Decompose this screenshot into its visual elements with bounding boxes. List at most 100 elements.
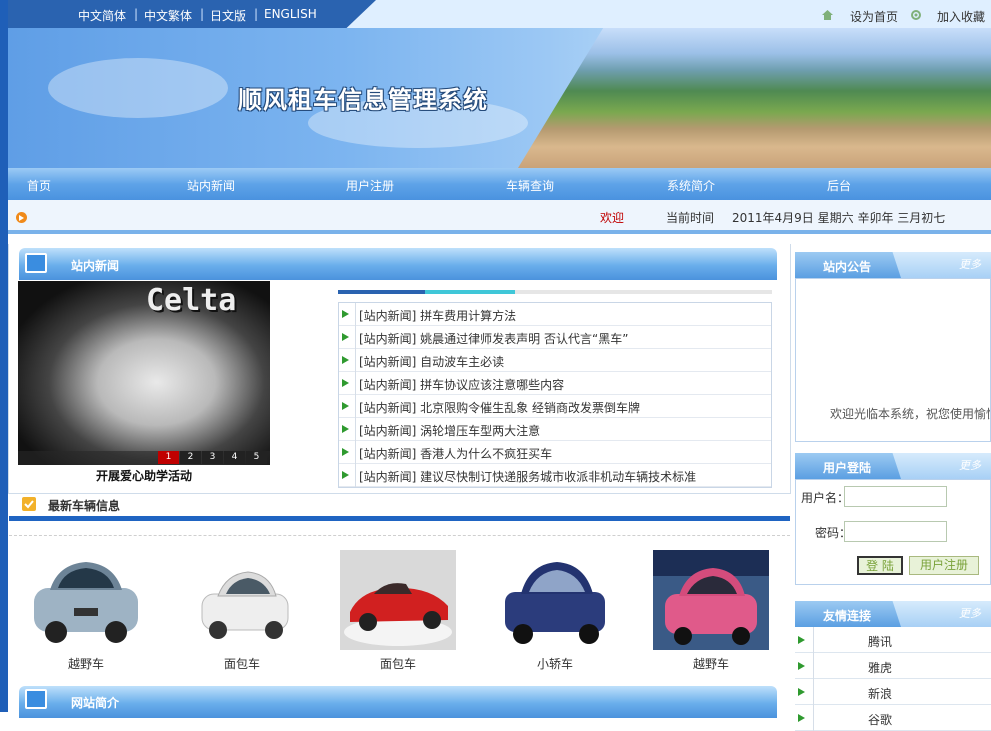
arrow-icon — [342, 356, 349, 364]
login-header: 用户登陆 更多 — [795, 453, 991, 479]
car-image-1[interactable] — [28, 550, 144, 650]
news-tab-stripe-2 — [425, 290, 515, 294]
notice-box: 欢迎光临本系统，祝您使用愉快 — [795, 278, 991, 442]
slide-number-4[interactable]: 4 — [224, 451, 245, 464]
friend-link[interactable]: 新浪 — [868, 685, 892, 702]
intro-panel-title: 网站简介 — [71, 696, 120, 710]
news-panel-header: 站内新闻 — [19, 248, 777, 280]
slide-number-5[interactable]: 5 — [246, 451, 267, 464]
monitor-icon — [25, 689, 47, 709]
car-label-1[interactable]: 越野车 — [28, 655, 144, 672]
nav-home[interactable]: 首页 — [27, 177, 51, 194]
lang-link-simplified[interactable]: 中文简体 — [78, 7, 126, 24]
lang-link-traditional[interactable]: 中文繁体 — [144, 7, 192, 24]
car-label-3[interactable]: 面包车 — [340, 655, 456, 672]
register-button[interactable]: 用户注册 — [909, 556, 979, 575]
friend-link[interactable]: 谷歌 — [868, 711, 892, 728]
links-header: 友情连接 更多 — [795, 601, 991, 627]
slideshow-caption[interactable]: 开展爱心助学活动 — [18, 467, 270, 484]
links-title: 友情连接 — [823, 609, 872, 623]
list-item[interactable]: [站内新闻] 拼车协议应该注意哪些内容 — [339, 372, 771, 395]
time-label: 当前时间 — [666, 211, 715, 225]
news-item-title[interactable]: [站内新闻] 姚晨通过律师发表声明 否认代言“黑车” — [359, 330, 628, 347]
password-input[interactable] — [844, 521, 947, 542]
username-input[interactable] — [844, 486, 947, 507]
top-bar: 中文简体 | 中文繁体 | 日文版 | ENGLISH 设为首页 加入收藏 — [8, 0, 991, 28]
nav-admin[interactable]: 后台 — [827, 177, 851, 194]
list-item[interactable]: [站内新闻] 拼车费用计算方法 — [339, 303, 771, 326]
add-favorite-link[interactable]: 加入收藏 — [937, 8, 985, 25]
list-item[interactable]: [站内新闻] 姚晨通过律师发表声明 否认代言“黑车” — [339, 326, 771, 349]
login-title: 用户登陆 — [823, 461, 872, 475]
car-label-5[interactable]: 越野车 — [653, 655, 769, 672]
list-item[interactable]: [站内新闻] 香港人为什么不疯狂买车 — [339, 441, 771, 464]
lang-separator: | — [200, 7, 205, 21]
news-item-title[interactable]: [站内新闻] 香港人为什么不疯狂买车 — [359, 445, 552, 462]
latest-cars-title: 最新车辆信息 — [48, 499, 121, 513]
nav-vehicle-search[interactable]: 车辆查询 — [506, 177, 554, 194]
list-item[interactable]: [站内新闻] 自动波车主必读 — [339, 349, 771, 372]
list-item[interactable]: [站内新闻] 建议尽快制订快递服务城市收派非机动车辆技术标准 — [339, 464, 771, 487]
login-button[interactable]: 登 陆 — [857, 556, 903, 575]
list-item[interactable]: 腾讯 — [795, 627, 991, 653]
news-item-title[interactable]: [站内新闻] 拼车费用计算方法 — [359, 307, 516, 324]
news-item-title[interactable]: [站内新闻] 北京限购令催生乱象 经销商改发票倒车牌 — [359, 399, 640, 416]
news-item-title[interactable]: [站内新闻] 建议尽快制订快递服务城市收派非机动车辆技术标准 — [359, 468, 696, 485]
nav-about[interactable]: 系统简介 — [667, 177, 715, 194]
intro-panel-header: 网站简介 — [19, 686, 777, 718]
username-label: 用户名： — [801, 491, 850, 505]
list-item[interactable]: 雅虎 — [795, 653, 991, 679]
slide-number-1[interactable]: 1 — [158, 451, 179, 464]
news-slideshow-image[interactable]: Celta — [18, 281, 270, 465]
list-item[interactable]: [站内新闻] 北京限购令催生乱象 经销商改发票倒车牌 — [339, 395, 771, 418]
main-nav: 首页 站内新闻 用户注册 车辆查询 系统简介 后台 — [8, 168, 991, 200]
friend-link[interactable]: 腾讯 — [868, 633, 892, 650]
arrow-icon — [798, 714, 805, 722]
city-photo — [518, 28, 991, 168]
arrow-icon — [798, 636, 805, 644]
arrow-icon — [342, 471, 349, 479]
car-label-4[interactable]: 小轿车 — [497, 655, 613, 672]
news-tab-stripe — [338, 290, 425, 294]
car-label-2[interactable]: 面包车 — [184, 655, 300, 672]
left-edge-bar — [0, 0, 8, 712]
arrow-icon — [342, 448, 349, 456]
lang-separator: | — [134, 7, 139, 21]
lang-link-english[interactable]: ENGLISH — [264, 7, 317, 21]
notice-marquee-text[interactable]: 欢迎光临本系统，祝您使用愉快 — [830, 405, 990, 422]
links-more-link[interactable]: 更多 — [959, 605, 981, 621]
notice-header: 站内公告 更多 — [795, 252, 991, 278]
car-image-4[interactable] — [497, 550, 613, 650]
slide-number-2[interactable]: 2 — [180, 451, 201, 464]
nav-register[interactable]: 用户注册 — [346, 177, 394, 194]
car-image-2[interactable] — [184, 550, 300, 650]
news-tab-stripe-3 — [515, 290, 772, 294]
list-item[interactable]: 新浪 — [795, 679, 991, 705]
language-switcher: 中文简体 | 中文繁体 | 日文版 | ENGLISH — [8, 0, 376, 28]
favorite-icon — [911, 9, 921, 20]
current-date: 2011年4月9日 星期六 辛卯年 三月初七 — [732, 211, 946, 225]
car-image-3[interactable] — [340, 550, 456, 650]
list-item[interactable]: [站内新闻] 涡轮增压车型两大注意 — [339, 418, 771, 441]
monitor-icon — [25, 253, 47, 273]
news-item-title[interactable]: [站内新闻] 拼车协议应该注意哪些内容 — [359, 376, 564, 393]
notice-more-link[interactable]: 更多 — [959, 256, 981, 272]
lang-separator: | — [254, 7, 259, 21]
welcome-text: 欢迎 — [600, 211, 625, 225]
arrow-icon — [798, 662, 805, 670]
car-image-5[interactable] — [653, 550, 769, 650]
nav-news[interactable]: 站内新闻 — [187, 177, 235, 194]
slide-number-3[interactable]: 3 — [202, 451, 223, 464]
arrow-icon — [342, 402, 349, 410]
slideshow-image-text: Celta — [146, 283, 237, 318]
lang-link-japanese[interactable]: 日文版 — [210, 7, 246, 24]
arrow-icon — [798, 688, 805, 696]
set-homepage-link[interactable]: 设为首页 — [850, 8, 898, 25]
login-more-link[interactable]: 更多 — [959, 457, 981, 473]
friend-link[interactable]: 雅虎 — [868, 659, 892, 676]
list-item[interactable]: 谷歌 — [795, 705, 991, 731]
arrow-icon — [342, 310, 349, 318]
news-item-title[interactable]: [站内新闻] 涡轮增压车型两大注意 — [359, 422, 540, 439]
news-item-title[interactable]: [站内新闻] 自动波车主必读 — [359, 353, 504, 370]
arrow-icon — [342, 379, 349, 387]
